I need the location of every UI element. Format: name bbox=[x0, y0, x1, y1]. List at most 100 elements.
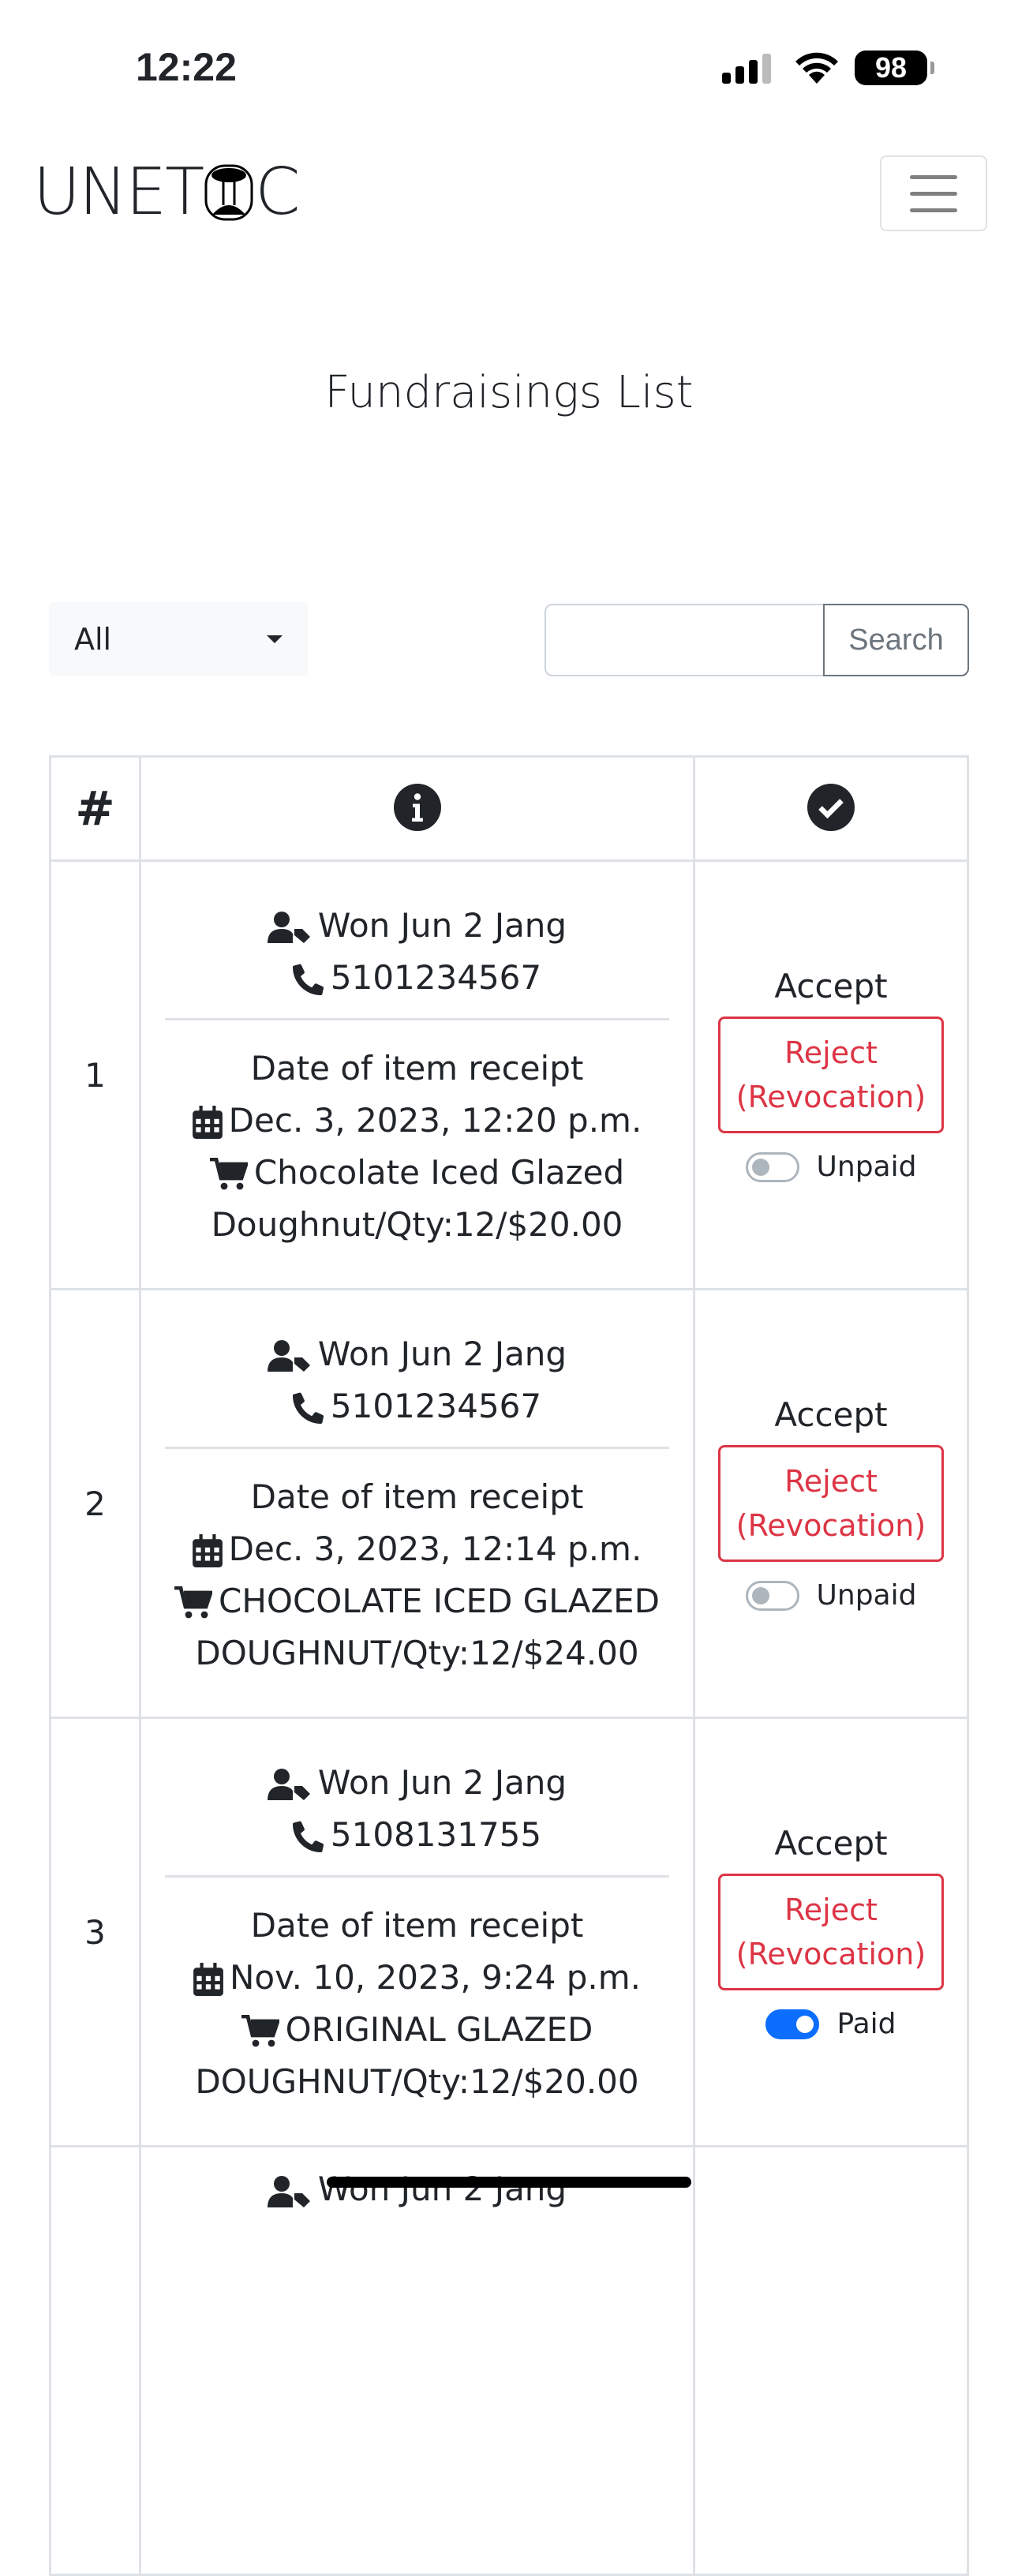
logo-spool-icon bbox=[204, 164, 253, 221]
logo[interactable]: UNET C bbox=[33, 160, 301, 225]
item-detail: DOUGHNUT/Qty:12/$24.00 bbox=[195, 1633, 639, 1672]
row-number: 1 bbox=[49, 859, 141, 1290]
row-info: Won Jun 2 Jang 5108131755 Date of item r… bbox=[139, 1717, 695, 2147]
item-detail: Doughnut/Qty:12/$20.00 bbox=[211, 1204, 623, 1244]
filter-select[interactable]: All bbox=[49, 602, 308, 676]
item-name: CHOCOLATE ICED GLAZED bbox=[219, 1581, 660, 1620]
paid-toggle[interactable]: Paid bbox=[695, 2008, 967, 2040]
menu-toggle-button[interactable] bbox=[880, 155, 987, 231]
phone-line: 5108131755 bbox=[165, 1809, 669, 1861]
item-line: CHOCOLATE ICED GLAZED bbox=[165, 1575, 669, 1627]
row-status: Accept Reject (Revocation) Unpaid bbox=[693, 859, 969, 1290]
item-name: ORIGINAL GLAZED bbox=[285, 2009, 593, 2049]
reject-sublabel: (Revocation) bbox=[735, 1080, 926, 1114]
check-circle-icon bbox=[807, 783, 855, 831]
toggle-switch[interactable] bbox=[745, 1580, 799, 1611]
row-status: Accept Reject (Revocation) Unpaid bbox=[693, 1288, 969, 1719]
user-tag-icon bbox=[267, 912, 310, 943]
phone-number: 5101234567 bbox=[330, 957, 542, 997]
header-info bbox=[139, 755, 695, 862]
cart-icon bbox=[209, 1158, 248, 1190]
divider bbox=[165, 1446, 669, 1449]
calendar-icon bbox=[193, 1963, 223, 1996]
status-bar: 12:22 98 bbox=[0, 0, 1018, 134]
phone-line: 5101234567 bbox=[165, 1380, 669, 1432]
paid-label: Paid bbox=[836, 2008, 896, 2040]
header-status bbox=[693, 755, 969, 862]
table-row: 2 Won Jun 2 Jang 5101234567 Date of item… bbox=[49, 1288, 969, 1719]
page-title: Fundraisings List bbox=[324, 367, 694, 418]
phone-number: 5108131755 bbox=[330, 1814, 542, 1854]
row-info: Won Jun 2 Jang bbox=[139, 2145, 695, 2576]
reject-sublabel: (Revocation) bbox=[735, 1937, 926, 1971]
row-info: Won Jun 2 Jang 5101234567 Date of item r… bbox=[139, 1288, 695, 1719]
wifi-icon bbox=[795, 52, 838, 84]
customer-name: Won Jun 2 Jang bbox=[317, 905, 567, 945]
paid-label: Unpaid bbox=[816, 1151, 917, 1183]
row-number: 2 bbox=[49, 1288, 141, 1719]
table-header: # bbox=[49, 755, 969, 862]
row-number: 3 bbox=[49, 1717, 141, 2147]
table-row: 1 Won Jun 2 Jang 5101234567 Date of item… bbox=[49, 859, 969, 1290]
phone-icon bbox=[292, 1821, 324, 1852]
date-line: Dec. 3, 2023, 12:14 p.m. bbox=[165, 1523, 669, 1575]
search-input[interactable] bbox=[545, 604, 825, 676]
date-line: Nov. 10, 2023, 9:24 p.m. bbox=[165, 1952, 669, 2004]
filter-selected-value: All bbox=[74, 622, 112, 657]
cart-icon bbox=[241, 2015, 279, 2047]
item-line: ORIGINAL GLAZED bbox=[165, 2004, 669, 2056]
divider bbox=[165, 1017, 669, 1020]
cart-icon bbox=[174, 1586, 213, 1619]
customer-name-line: Won Jun 2 Jang bbox=[165, 900, 669, 952]
reject-label: Reject bbox=[784, 1464, 878, 1499]
toggle-switch[interactable] bbox=[765, 2009, 820, 2039]
row-status: Accept Reject (Revocation) Paid bbox=[693, 1717, 969, 2147]
date-line: Dec. 3, 2023, 12:20 p.m. bbox=[165, 1095, 669, 1147]
user-tag-icon bbox=[267, 1769, 310, 1800]
divider bbox=[165, 1874, 669, 1878]
item-line: Chocolate Iced Glazed bbox=[165, 1147, 669, 1199]
row-info: Won Jun 2 Jang 5101234567 Date of item r… bbox=[139, 859, 695, 1290]
table-row: 3 Won Jun 2 Jang 5108131755 Date of item… bbox=[49, 1717, 969, 2147]
paid-toggle[interactable]: Unpaid bbox=[695, 1151, 967, 1183]
date-label: Date of item receipt bbox=[250, 1048, 584, 1088]
cellular-signal-icon bbox=[722, 54, 771, 84]
calendar-icon bbox=[192, 1534, 223, 1567]
item-detail: DOUGHNUT/Qty:12/$20.00 bbox=[195, 2061, 639, 2101]
info-icon bbox=[393, 783, 441, 831]
battery-icon: 98 bbox=[855, 51, 934, 85]
phone-line: 5101234567 bbox=[165, 952, 669, 1004]
calendar-icon bbox=[192, 1106, 223, 1139]
status-text: Accept bbox=[774, 1824, 888, 1863]
paid-toggle[interactable]: Unpaid bbox=[695, 1579, 967, 1612]
customer-name-line: Won Jun 2 Jang bbox=[165, 1757, 669, 1809]
home-indicator bbox=[327, 2177, 691, 2188]
receipt-date: Dec. 3, 2023, 12:20 p.m. bbox=[228, 1100, 642, 1140]
date-label: Date of item receipt bbox=[250, 1905, 584, 1945]
row-status bbox=[693, 2145, 969, 2576]
reject-button[interactable]: Reject (Revocation) bbox=[718, 1445, 944, 1562]
reject-button[interactable]: Reject (Revocation) bbox=[718, 1874, 944, 1990]
customer-name: Won Jun 2 Jang bbox=[317, 1334, 567, 1373]
fundraisings-table: # 1 Won Jun 2 Jang 5101234567 Date of it… bbox=[49, 755, 969, 2576]
phone-icon bbox=[292, 964, 324, 995]
reject-label: Reject bbox=[784, 1035, 878, 1070]
item-name: Chocolate Iced Glazed bbox=[253, 1152, 625, 1192]
receipt-date: Nov. 10, 2023, 9:24 p.m. bbox=[229, 1957, 642, 1997]
date-label: Date of item receipt bbox=[250, 1477, 584, 1516]
customer-name-line: Won Jun 2 Jang bbox=[165, 1328, 669, 1380]
search-button[interactable]: Search bbox=[823, 604, 969, 676]
phone-icon bbox=[292, 1392, 324, 1424]
header-number: # bbox=[49, 755, 141, 862]
reject-label: Reject bbox=[784, 1893, 878, 1927]
user-tag-icon bbox=[267, 1340, 310, 1372]
row-number bbox=[49, 2145, 141, 2576]
toggle-switch[interactable] bbox=[745, 1151, 799, 1182]
receipt-date: Dec. 3, 2023, 12:14 p.m. bbox=[228, 1529, 642, 1568]
user-tag-icon bbox=[267, 2175, 310, 2207]
phone-number: 5101234567 bbox=[330, 1386, 542, 1425]
reject-button[interactable]: Reject (Revocation) bbox=[718, 1017, 944, 1133]
table-row: Won Jun 2 Jang bbox=[49, 2145, 969, 2576]
status-text: Accept bbox=[774, 967, 888, 1005]
clock: 12:22 bbox=[136, 45, 237, 89]
